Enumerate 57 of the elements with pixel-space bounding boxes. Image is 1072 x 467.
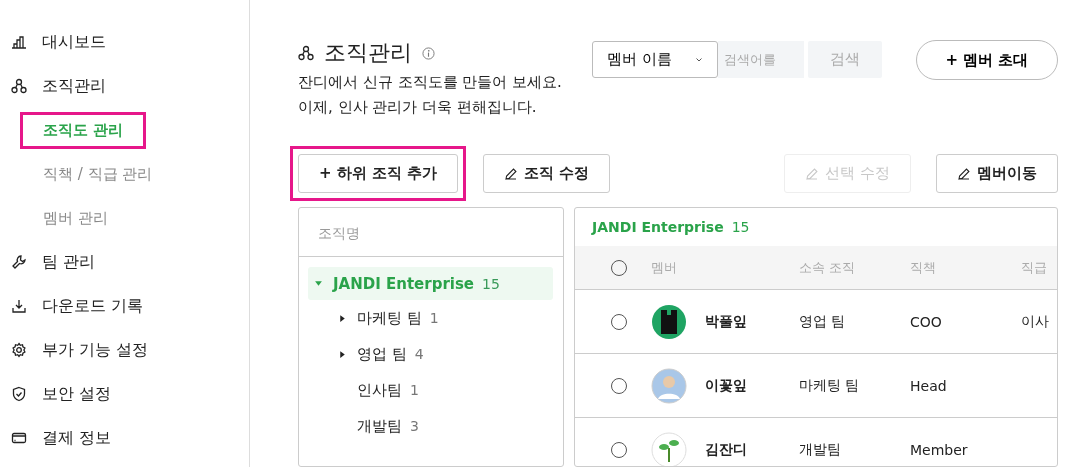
- collapsed-triangle-icon: [338, 349, 347, 359]
- tree-item[interactable]: 인사팀 1: [308, 372, 553, 408]
- toolbar-button[interactable]: + 하위 조직 추가: [298, 154, 459, 193]
- tree-item[interactable]: 마케팅 팀 1: [308, 300, 553, 336]
- member-name: 김잔디: [705, 440, 747, 459]
- sidebar-subitem[interactable]: 직책 / 직급 관리: [20, 155, 176, 193]
- tree-item[interactable]: 개발팀 3: [308, 408, 553, 444]
- column-header: 직급: [1021, 258, 1048, 277]
- pencil-icon: [957, 166, 971, 181]
- download-icon: [11, 298, 27, 314]
- column-header: 조직명: [299, 208, 563, 257]
- description-text: 이제, 인사 관리가 더욱 편해집니다.: [298, 97, 538, 118]
- sidebar-item[interactable]: 팀 관리: [0, 240, 249, 284]
- search-field[interactable]: 검색어를: [718, 41, 804, 78]
- avatar-icon: [651, 303, 687, 340]
- search-type-dropdown[interactable]: 멤버 이름: [592, 41, 718, 78]
- shield-icon: [11, 386, 27, 402]
- member-name: 박풀잎: [705, 312, 747, 331]
- sidebar-item[interactable]: 보안 설정: [0, 372, 249, 416]
- table-cell-text: 영업 팀: [799, 312, 847, 331]
- column-header: 멤버: [651, 258, 678, 277]
- page-title: 조직관리: [324, 39, 412, 67]
- table-cell-text: Head: [910, 377, 948, 394]
- caret-icon: [695, 56, 703, 63]
- description-text: 잔디에서 신규 조직도를 만들어 보세요.: [298, 72, 562, 93]
- sidebar-subitem[interactable]: 멤버 관리: [20, 199, 131, 237]
- sidebar-item[interactable]: 대시보드: [0, 20, 249, 64]
- sidebar-item[interactable]: 부가 기능 설정: [0, 328, 249, 372]
- pencil-icon: [504, 166, 519, 181]
- table-cell-text: 마케팅 팀: [799, 376, 861, 395]
- organization-title: JANDI Enterprise: [592, 219, 724, 235]
- collapsed-triangle-icon: [338, 313, 347, 323]
- card-icon: [11, 430, 27, 446]
- avatar-icon: [651, 367, 687, 404]
- org-chart-icon: [11, 78, 27, 94]
- table-cell-text: Member: [910, 441, 969, 458]
- invite-member-button[interactable]: + 멤버 초대: [916, 40, 1058, 80]
- expanded-triangle-icon: [314, 279, 323, 288]
- bar-chart-icon: [11, 34, 27, 50]
- column-header: 소속 조직: [799, 258, 857, 277]
- sidebar-item[interactable]: 조직관리: [0, 64, 249, 108]
- member-name: 이꽃잎: [705, 376, 747, 395]
- pencil-icon: [805, 166, 820, 181]
- toolbar-button[interactable]: 조직 수정: [483, 154, 611, 193]
- table-cell-text: 이사: [1021, 312, 1050, 331]
- info-icon[interactable]: [422, 46, 435, 60]
- table-cell-text: 개발팀: [799, 440, 842, 459]
- member-count: 15: [731, 219, 750, 235]
- column-header: 직책: [910, 258, 937, 277]
- tree-item[interactable]: 영업 팀 4: [308, 336, 553, 372]
- settings-icon: [11, 342, 27, 358]
- toolbar-button[interactable]: 멤버이동: [936, 154, 1058, 193]
- sidebar-item[interactable]: 결제 정보: [0, 416, 249, 460]
- sidebar-item[interactable]: 다운로드 기록: [0, 284, 249, 328]
- org-chart-icon: [298, 45, 314, 61]
- wrench-icon: [11, 254, 27, 270]
- table-cell-text: COO: [910, 313, 943, 330]
